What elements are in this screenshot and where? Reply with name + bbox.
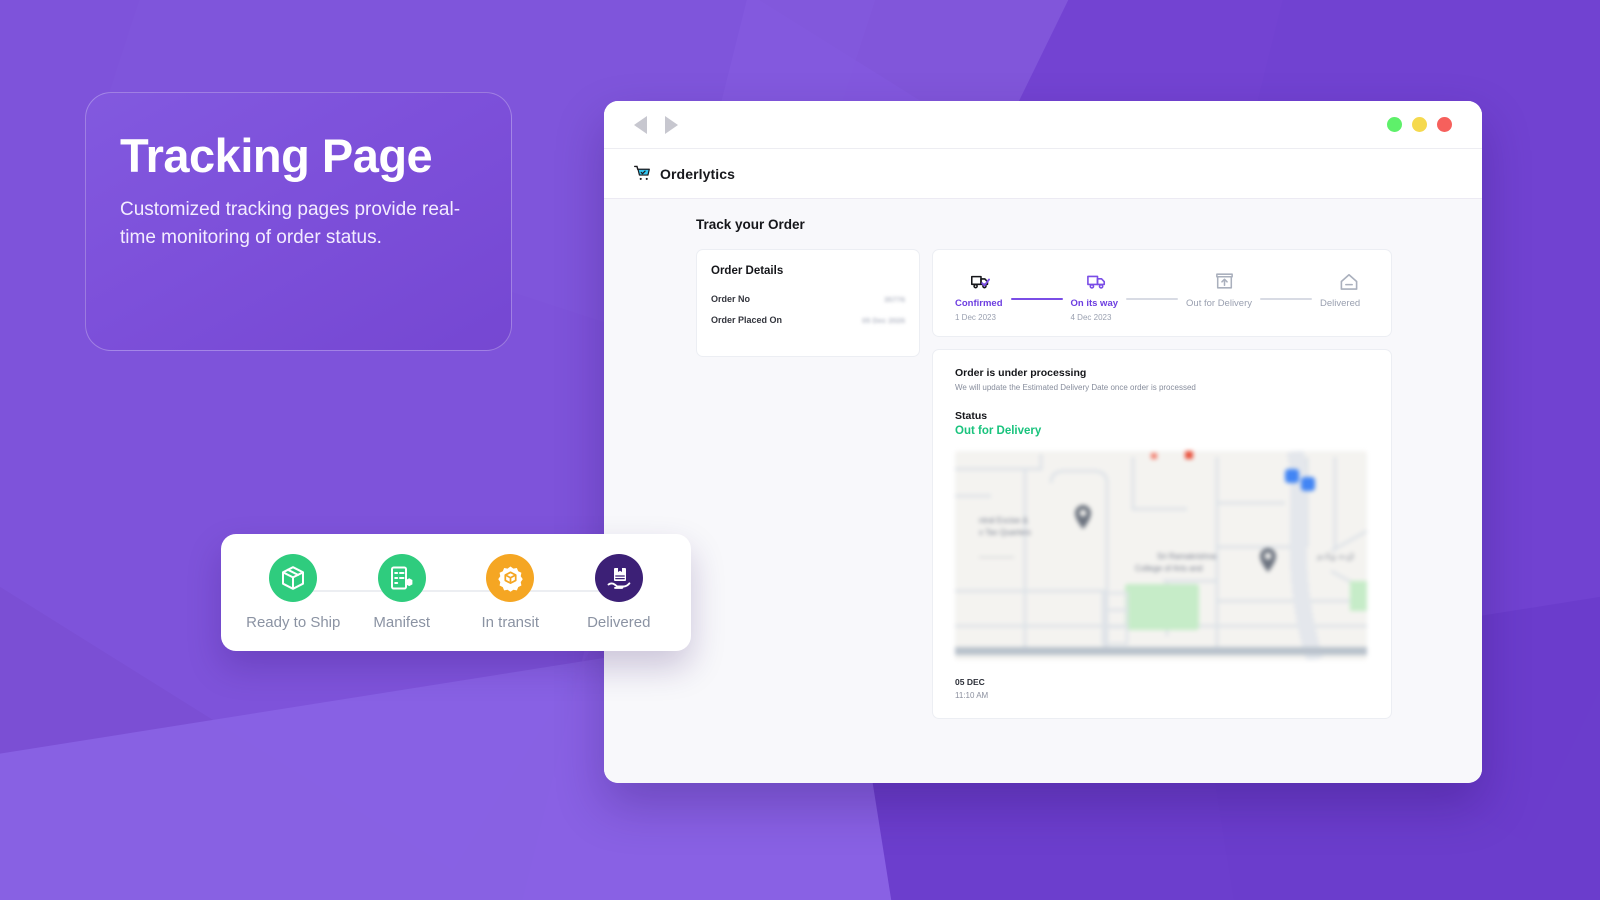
stage-delivered[interactable]: Delivered xyxy=(569,554,669,631)
progress-steps: Confirmed 1 Dec 2023 On its way 4 Dec 20… xyxy=(955,268,1369,322)
app-name: Orderlytics xyxy=(660,165,736,182)
order-detail-row: Order Placed On 05 Dec 2026 xyxy=(711,315,905,325)
progress-step-label: Confirmed xyxy=(955,298,1003,309)
progress-connector-2 xyxy=(1126,298,1179,300)
progress-step-label: On its way xyxy=(1070,298,1119,309)
truck-icon xyxy=(1086,268,1108,290)
shipping-stages-card: Ready to Ship Manifest In transit Delive… xyxy=(221,534,691,651)
gear-box-icon xyxy=(486,554,535,602)
browser-window: Orderlytics Track your Order Order Detai… xyxy=(604,101,1482,783)
stage-label: Ready to Ship xyxy=(246,614,341,631)
progress-step-out-for-delivery[interactable]: Out for Delivery xyxy=(1186,268,1252,322)
close-button[interactable] xyxy=(1437,117,1452,132)
order-detail-row: Order No 35776 xyxy=(711,294,905,304)
page-title: Tracking Page xyxy=(120,129,433,182)
status-badge: Out for Delivery xyxy=(955,425,1042,437)
progress-connector-3 xyxy=(1260,298,1313,300)
browser-nav xyxy=(634,115,678,134)
order-placed-on-label: Order Placed On xyxy=(711,315,783,325)
tracking-row: Order Details Order No 35776 Order Place… xyxy=(696,249,1456,719)
svg-text:x Tax Quarters: x Tax Quarters xyxy=(979,528,1031,537)
maximize-button[interactable] xyxy=(1387,117,1402,132)
progress-step-date: 4 Dec 2023 xyxy=(1070,313,1112,322)
order-no-label: Order No xyxy=(711,294,751,304)
stage-label: In transit xyxy=(481,614,540,631)
arrow-right-icon[interactable] xyxy=(665,115,678,134)
progress-step-label: Delivered xyxy=(1320,298,1361,309)
tracking-column: Confirmed 1 Dec 2023 On its way 4 Dec 20… xyxy=(932,249,1392,719)
svg-text:தமிழ் வழி: தமிழ் வழி xyxy=(1317,552,1354,561)
truck-check-icon xyxy=(971,268,991,290)
section-title: Track your Order xyxy=(696,217,805,232)
progress-connector-1 xyxy=(1010,298,1063,300)
status-heading: Order is under processing xyxy=(955,367,1087,379)
browser-titlebar xyxy=(604,101,1482,149)
window-controls xyxy=(1387,117,1452,132)
home-icon xyxy=(1340,268,1358,290)
svg-text:Sri Ramakrishna: Sri Ramakrishna xyxy=(1157,552,1217,561)
status-card: Order is under processing We will update… xyxy=(932,349,1392,719)
arrow-left-icon[interactable] xyxy=(634,115,647,134)
stage-label: Delivered xyxy=(587,614,651,631)
stage-ready-to-ship[interactable]: Ready to Ship xyxy=(243,554,343,631)
svg-text:ntral Excise &: ntral Excise & xyxy=(979,516,1029,525)
status-subtext: We will update the Estimated Delivery Da… xyxy=(955,383,1196,392)
hero-description: Customized tracking pages provide real-t… xyxy=(120,199,461,248)
timestamp-time: 11:10 AM xyxy=(955,691,989,700)
progress-step-delivered[interactable]: Delivered xyxy=(1320,268,1360,322)
box-icon xyxy=(269,554,318,602)
timestamp-day: 05 DEC xyxy=(955,677,985,687)
order-details-heading: Order Details xyxy=(711,265,784,277)
stage-label: Manifest xyxy=(373,614,431,631)
order-placed-on-value: 05 Dec 2026 xyxy=(862,315,905,325)
order-details-card: Order Details Order No 35776 Order Place… xyxy=(696,249,920,357)
progress-step-confirmed[interactable]: Confirmed 1 Dec 2023 xyxy=(955,268,1003,322)
svg-text:—————: ————— xyxy=(979,554,1014,561)
stage-in-transit[interactable]: In transit xyxy=(460,554,560,631)
hand-package-icon xyxy=(594,554,643,602)
progress-step-label: Out for Delivery xyxy=(1186,298,1253,309)
page-content: Track your Order Order Details Order No … xyxy=(604,199,1482,783)
package-up-icon xyxy=(1216,268,1233,290)
progress-step-on-its-way[interactable]: On its way 4 Dec 2023 xyxy=(1070,268,1119,322)
brand[interactable]: Orderlytics xyxy=(634,165,735,182)
svg-text:College of Arts and: College of Arts and xyxy=(1135,564,1203,573)
progress-step-date: 1 Dec 2023 xyxy=(955,313,996,322)
minimize-button[interactable] xyxy=(1412,117,1427,132)
hero-card: Tracking Page Customized tracking pages … xyxy=(85,92,512,351)
status-label: Status xyxy=(955,410,988,422)
order-no-value: 35776 xyxy=(884,294,905,304)
stage-manifest[interactable]: Manifest xyxy=(352,554,452,631)
order-progress-card: Confirmed 1 Dec 2023 On its way 4 Dec 20… xyxy=(932,249,1392,337)
map-preview[interactable]: ntral Excise & x Tax Quarters ————— Sri … xyxy=(955,451,1367,660)
app-header: Orderlytics xyxy=(604,149,1482,199)
checklist-box-icon xyxy=(377,554,426,602)
shopping-cart-icon xyxy=(634,165,651,182)
